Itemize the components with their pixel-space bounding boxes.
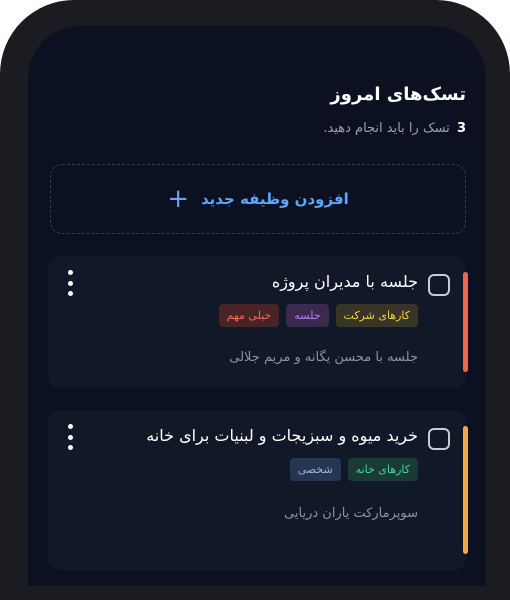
tag-work[interactable]: کارهای شرکت — [335, 304, 418, 327]
task-card[interactable]: خرید میوه و سبزیجات و لبنیات برای خانه ک… — [48, 410, 468, 570]
task-title: خرید میوه و سبزیجات و لبنیات برای خانه — [146, 426, 418, 445]
task-count-subtitle: 3 تسک را باید انجام دهید. — [323, 121, 466, 136]
task-card[interactable]: جلسه با مدیران پروژه کارهای شرکت جلسه خی… — [48, 256, 468, 388]
task-tags: کارهای خانه شخصی — [289, 458, 418, 481]
priority-indicator — [463, 426, 468, 554]
add-task-label: افزودن وظیفه جدید — [201, 190, 349, 208]
task-count: 3 — [456, 121, 466, 136]
task-title: جلسه با مدیران پروژه — [271, 272, 418, 291]
task-checkbox[interactable] — [428, 274, 450, 296]
tag-high-priority[interactable]: خیلی مهم — [218, 304, 280, 327]
phone-frame: تسک‌های امروز 3 تسک را باید انجام دهید. … — [0, 0, 510, 600]
more-options-icon[interactable] — [62, 270, 78, 296]
add-task-button[interactable]: افزودن وظیفه جدید + — [50, 164, 466, 234]
subtitle-text: تسک را باید انجام دهید. — [323, 121, 450, 136]
more-options-icon[interactable] — [62, 424, 78, 450]
tag-meeting[interactable]: جلسه — [286, 304, 329, 327]
tag-personal[interactable]: شخصی — [289, 458, 341, 481]
priority-indicator — [463, 272, 468, 372]
app-screen: تسک‌های امروز 3 تسک را باید انجام دهید. … — [28, 26, 486, 586]
task-checkbox[interactable] — [428, 428, 450, 450]
tag-home[interactable]: کارهای خانه — [347, 458, 418, 481]
plus-icon: + — [167, 184, 189, 214]
task-description: جلسه با محسن یگانه و مریم جلالی — [229, 350, 418, 365]
page-title: تسک‌های امروز — [330, 84, 466, 105]
task-tags: کارهای شرکت جلسه خیلی مهم — [218, 304, 418, 327]
task-description: سوپرمارکت یاران دریایی — [284, 506, 418, 521]
